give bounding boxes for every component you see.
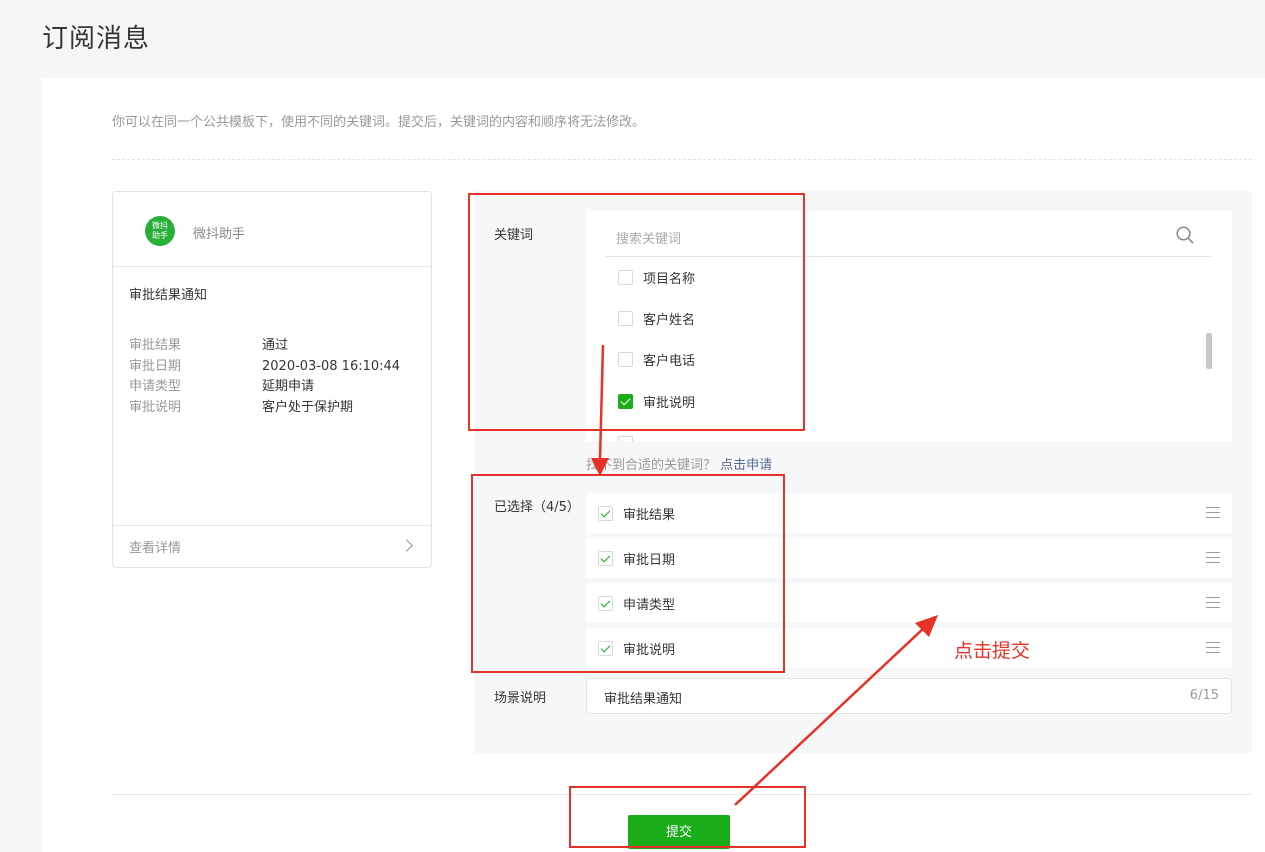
annotation-arrow-up — [734, 626, 926, 806]
arrow-head-down-icon — [591, 458, 609, 476]
annotation-arrow-down — [598, 344, 605, 461]
annotation-arrows — [591, 344, 938, 806]
